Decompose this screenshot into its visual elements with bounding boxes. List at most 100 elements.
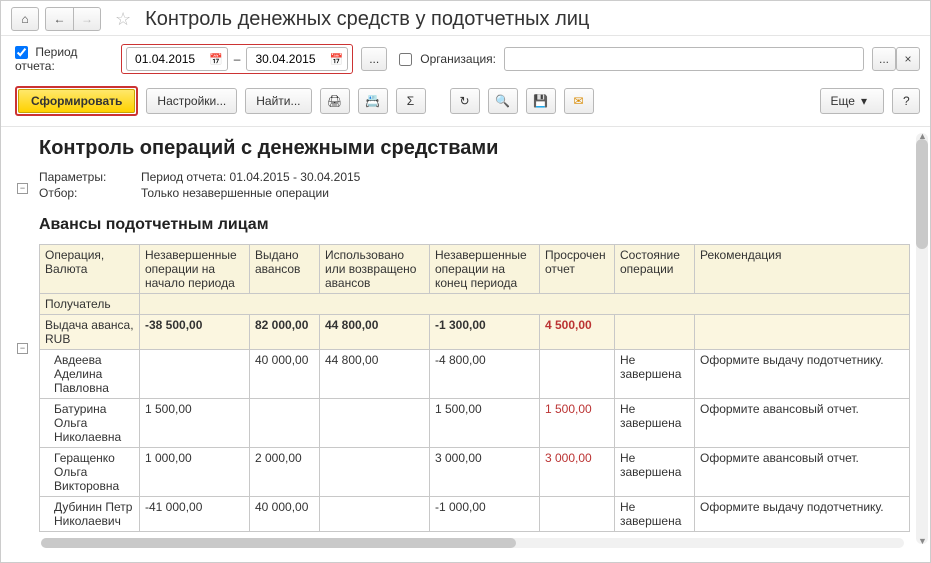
cell-name: Дубинин Петр Николаевич (40, 497, 140, 532)
col-receiver: Получатель (40, 294, 140, 315)
tool-print-button[interactable]: 🖨 (320, 88, 350, 114)
toolbar: Сформировать Настройки... Найти... 🖨 📇 Σ… (1, 80, 930, 127)
date-to-input[interactable] (253, 51, 323, 67)
cell-c6 (540, 497, 615, 532)
forward-icon: → (81, 12, 93, 26)
table-row[interactable]: Батурина Ольга Николаевна 1 500,00 1 500… (40, 399, 910, 448)
page-title: Контроль денежных средств у подотчетных … (145, 8, 589, 31)
period-check-wrap[interactable]: Период отчета: (15, 45, 113, 73)
totals-c6: 4 500,00 (540, 315, 615, 350)
forward-button[interactable]: → (73, 7, 101, 31)
totals-c5: -1 300,00 (430, 315, 540, 350)
cell-c6: 3 000,00 (540, 448, 615, 497)
params-value: Период отчета: 01.04.2015 - 30.04.2015 (141, 170, 360, 184)
cell-c2 (140, 350, 250, 399)
tool-save-button[interactable]: 💾 (526, 88, 556, 114)
col-op: Операция, Валюта (40, 245, 140, 294)
date-to-box[interactable]: 📅 (246, 47, 348, 71)
tool-calc-button[interactable]: 📇 (358, 88, 388, 114)
ellipsis-icon: ... (879, 52, 889, 66)
fold-gutter: − − (11, 133, 39, 544)
totals-c2: -38 500,00 (140, 315, 250, 350)
fold-toggle[interactable]: − (17, 343, 28, 354)
fold-toggle[interactable]: − (17, 183, 28, 194)
filter-row: Период отчета: 📅 – 📅 ... Организация: ..… (1, 36, 930, 80)
cell-c2: -41 000,00 (140, 497, 250, 532)
horizontal-scrollbar[interactable] (41, 538, 904, 548)
sigma-icon: Σ (407, 94, 414, 108)
totals-c8 (695, 315, 910, 350)
home-button[interactable]: ⌂ (11, 7, 39, 31)
cell-c3: 40 000,00 (250, 497, 320, 532)
params-label: Параметры: (39, 170, 119, 184)
date-from-input[interactable] (133, 51, 203, 67)
table-row[interactable]: Геращенко Ольга Викторовна 1 000,00 2 00… (40, 448, 910, 497)
org-checkbox[interactable] (399, 53, 412, 66)
org-wrap: Организация: (399, 52, 496, 66)
home-icon: ⌂ (21, 12, 28, 26)
calendar-icon[interactable]: 📅 (207, 53, 225, 66)
totals-c7 (615, 315, 695, 350)
org-clear-button[interactable]: × (896, 47, 920, 71)
cell-rec: Оформите выдачу подотчетнику. (695, 350, 910, 399)
print-icon: 🖨 (327, 94, 342, 108)
cell-state: Не завершена (615, 497, 695, 532)
cell-rec: Оформите выдачу подотчетнику. (695, 497, 910, 532)
col-end: Незавершенные операции на конец периода (430, 245, 540, 294)
col-state: Состояние операции (615, 245, 695, 294)
find-button[interactable]: Найти... (245, 88, 311, 114)
nav-group: ← → (45, 7, 101, 31)
hscroll-thumb[interactable] (41, 538, 516, 548)
date-from-box[interactable]: 📅 (126, 47, 228, 71)
back-button[interactable]: ← (45, 7, 73, 31)
col-used: Использовано или возвращено авансов (320, 245, 430, 294)
generate-frame: Сформировать (15, 86, 138, 116)
org-input[interactable] (504, 47, 864, 71)
cell-state: Не завершена (615, 399, 695, 448)
cell-c5: 3 000,00 (430, 448, 540, 497)
cell-c5: -4 800,00 (430, 350, 540, 399)
cell-c4 (320, 399, 430, 448)
calendar-icon[interactable]: 📅 (327, 53, 345, 66)
vertical-scrollbar[interactable]: ▲ ▼ (916, 133, 928, 544)
cell-c6 (540, 350, 615, 399)
col-issued: Выдано авансов (250, 245, 320, 294)
table-row[interactable]: Авдеева Аделина Павловна 40 000,00 44 80… (40, 350, 910, 399)
tool-mail-button[interactable]: ✉ (564, 88, 594, 114)
favorite-icon[interactable]: ☆ (115, 9, 131, 30)
cell-c2: 1 500,00 (140, 399, 250, 448)
params-block: Параметры: Период отчета: 01.04.2015 - 3… (39, 170, 910, 200)
cell-c4 (320, 497, 430, 532)
cell-name: Авдеева Аделина Павловна (40, 350, 140, 399)
cell-c5: -1 000,00 (430, 497, 540, 532)
org-label: Организация: (420, 52, 496, 66)
scroll-thumb[interactable] (916, 139, 928, 249)
cell-c4 (320, 448, 430, 497)
period-picker-button[interactable]: ... (361, 47, 387, 71)
generate-button[interactable]: Сформировать (18, 89, 135, 113)
mail-icon: ✉ (573, 94, 583, 108)
cell-state: Не завершена (615, 350, 695, 399)
back-icon: ← (54, 12, 66, 26)
org-picker-button[interactable]: ... (872, 47, 896, 71)
col-op-l1: Операция, (45, 248, 134, 262)
help-button[interactable]: ? (892, 88, 920, 114)
col-overdue: Просрочен отчет (540, 245, 615, 294)
tool-zoom-button[interactable]: 🔍 (488, 88, 518, 114)
cell-c3 (250, 399, 320, 448)
period-checkbox[interactable] (15, 46, 28, 59)
col-begin: Незавершенные операции на начало периода (140, 245, 250, 294)
refresh-icon: ↻ (459, 94, 469, 108)
more-button[interactable]: Еще ▾ (820, 88, 884, 114)
cell-c6: 1 500,00 (540, 399, 615, 448)
period-frame: 📅 – 📅 (121, 44, 353, 74)
settings-button[interactable]: Настройки... (146, 88, 237, 114)
tool-refresh-button[interactable]: ↻ (450, 88, 480, 114)
cell-c3: 2 000,00 (250, 448, 320, 497)
report-table: Операция, Валюта Незавершенные операции … (39, 244, 910, 532)
tool-sum-button[interactable]: Σ (396, 88, 426, 114)
table-row[interactable]: Дубинин Петр Николаевич -41 000,00 40 00… (40, 497, 910, 532)
cell-name: Батурина Ольга Николаевна (40, 399, 140, 448)
scroll-down-icon[interactable]: ▼ (918, 536, 927, 546)
zoom-icon: 🔍 (495, 94, 510, 108)
